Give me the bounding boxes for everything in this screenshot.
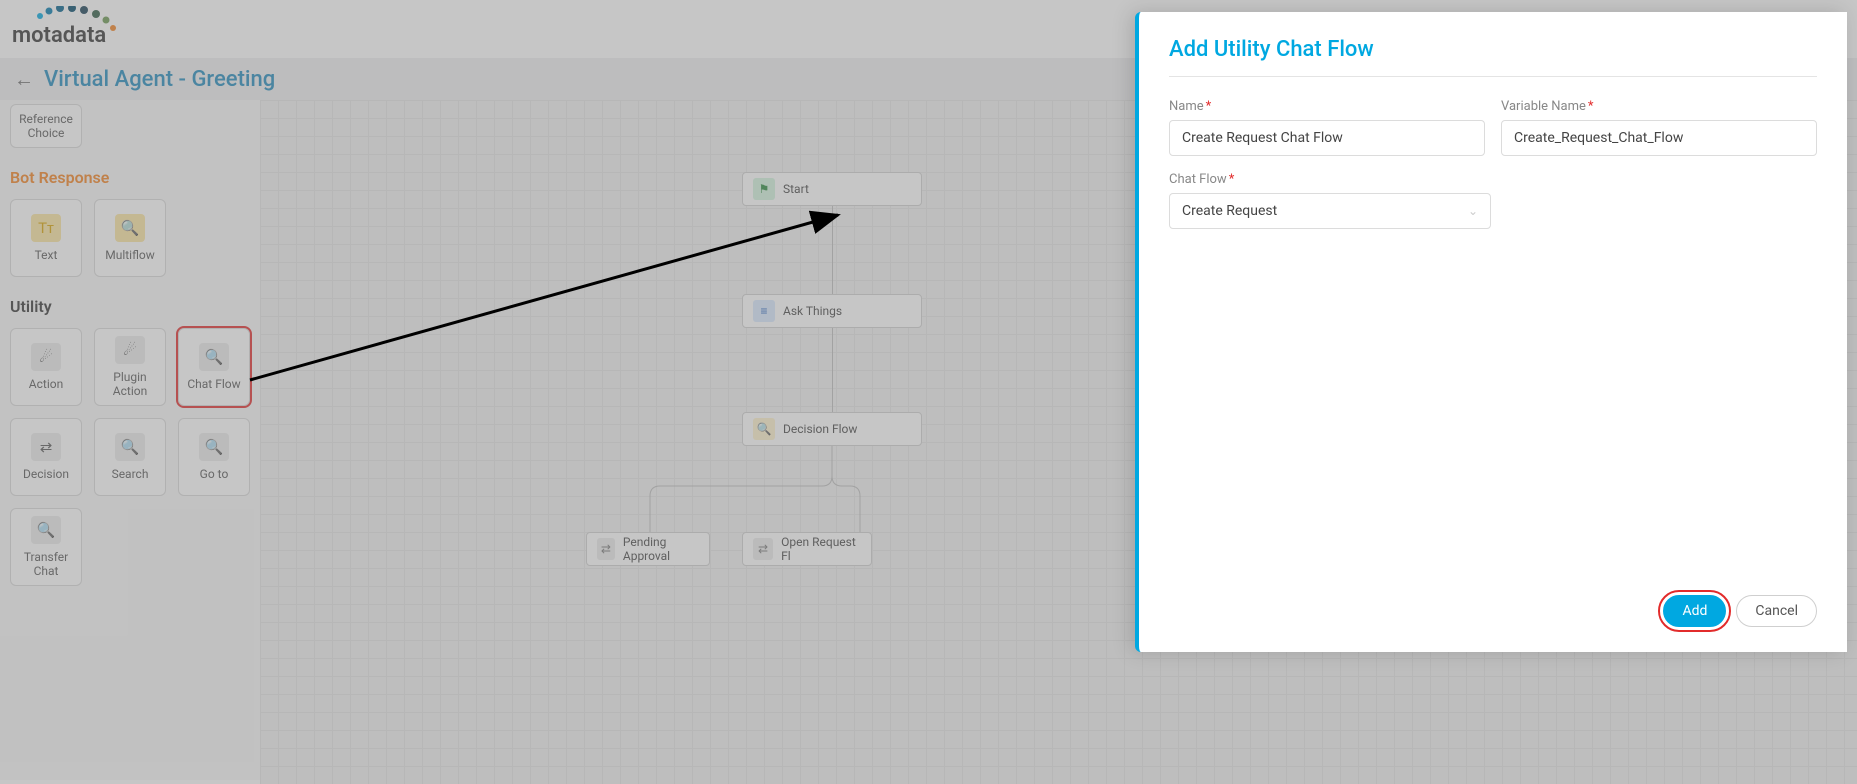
select-value: Create Request <box>1182 203 1277 219</box>
cancel-button[interactable]: Cancel <box>1736 595 1817 627</box>
variable-name-input[interactable] <box>1501 120 1817 156</box>
label-variable-name: Variable Name* <box>1501 99 1817 114</box>
add-utility-chat-flow-modal: Add Utility Chat Flow Name* Variable Nam… <box>1135 12 1847 652</box>
add-button[interactable]: Add <box>1663 595 1726 627</box>
name-input[interactable] <box>1169 120 1485 156</box>
chevron-down-icon: ⌄ <box>1468 204 1478 218</box>
label-chat-flow: Chat Flow* <box>1169 172 1491 187</box>
label-name: Name* <box>1169 99 1485 114</box>
chat-flow-select[interactable]: Create Request ⌄ <box>1169 193 1491 229</box>
modal-title: Add Utility Chat Flow <box>1169 37 1817 77</box>
